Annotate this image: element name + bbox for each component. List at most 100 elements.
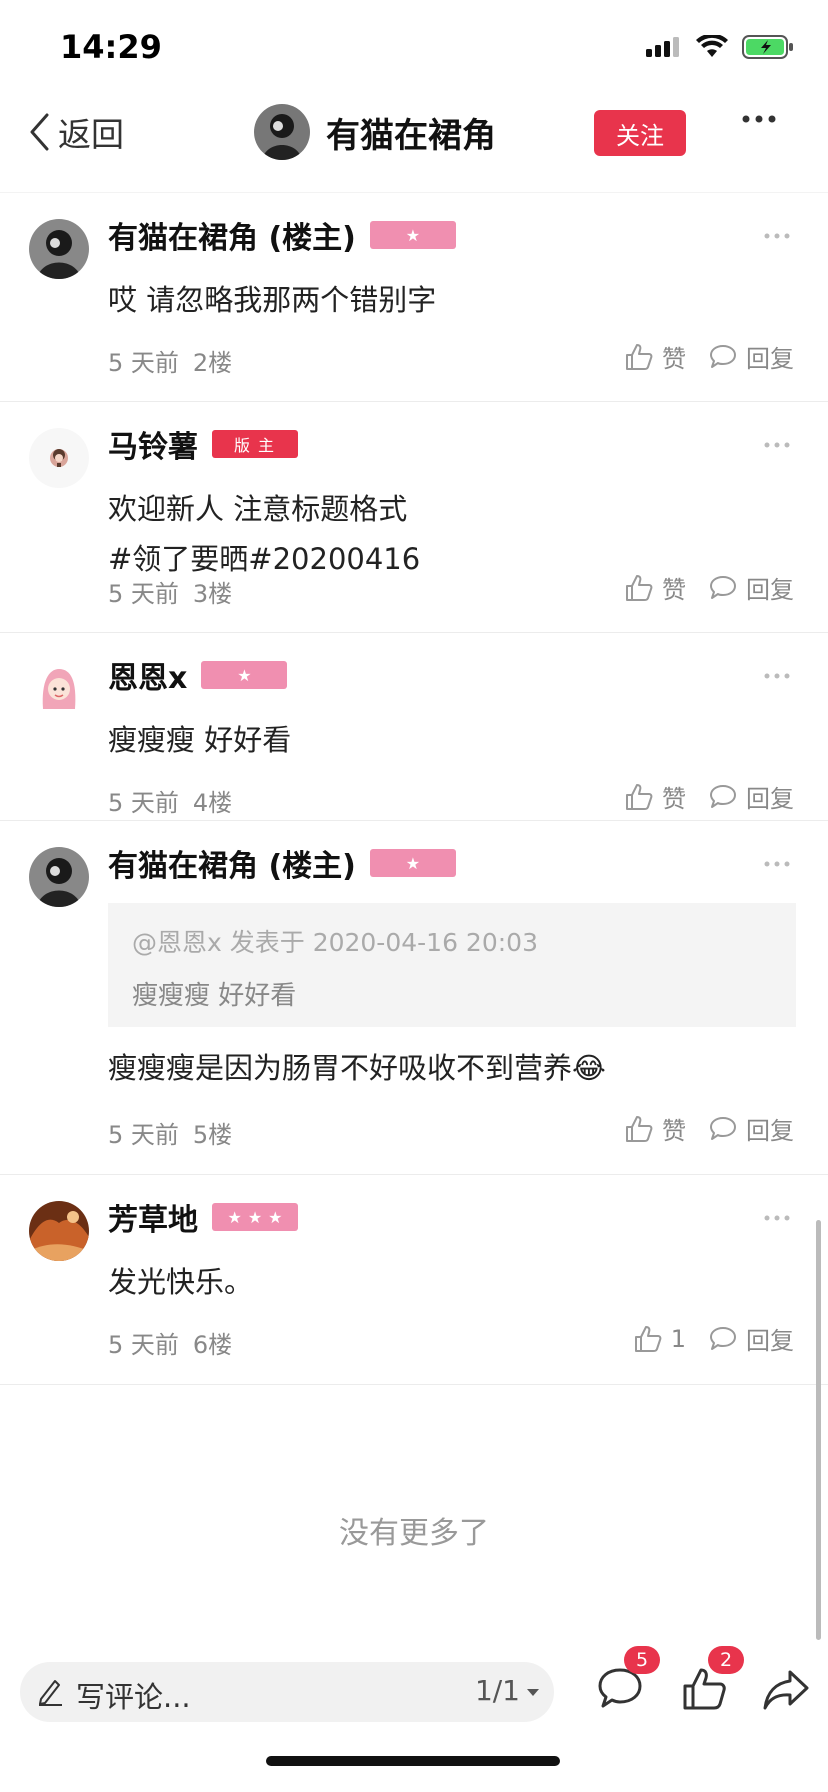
post-meta: 5 天前 6楼 (108, 1325, 232, 1360)
post-time: 5 天前 (108, 1331, 179, 1359)
level-badge: ★ (369, 221, 456, 249)
like-label: 赞 (662, 1117, 686, 1145)
username[interactable]: 芳草地 (108, 1195, 198, 1239)
post-meta: 5 天前 5楼 (108, 1115, 232, 1150)
scrollbar[interactable] (816, 1220, 821, 1640)
nav-author[interactable]: 有猫在裙角 (254, 104, 496, 160)
more-dots-icon[interactable] (764, 673, 790, 679)
chevron-down-icon[interactable] (526, 1688, 540, 1698)
reply-label: 回复 (746, 576, 794, 604)
list-item: 芳草地 ★★★ 发光快乐。 5 天前 6楼 1 回复 (0, 1175, 828, 1385)
comment-line: 瘦瘦瘦 好好看 (108, 723, 292, 757)
reply-label: 回复 (746, 785, 794, 813)
comments-button[interactable]: 5 (596, 1646, 660, 1716)
post-floor: 2楼 (192, 349, 233, 377)
comment-text: 发光快乐。 (108, 1257, 253, 1307)
post-meta: 5 天前 4楼 (108, 783, 232, 818)
comment-text: 哎 请忽略我那两个错别字 (108, 275, 436, 325)
avatar[interactable] (29, 428, 89, 488)
like-button[interactable]: 1 (633, 1324, 686, 1354)
like-button[interactable]: 赞 (624, 339, 686, 374)
reply-label: 回复 (746, 1117, 794, 1145)
list-item: 恩恩x ★ 瘦瘦瘦 好好看 5 天前 4楼 赞 回复 (0, 633, 828, 821)
more-dots-icon[interactable] (764, 442, 790, 448)
username[interactable]: 有猫在裙角 (楼主) (108, 213, 356, 257)
list-item: 有猫在裙角 (楼主) ★ @恩恩x 发表于 2020-04-16 20:03 瘦… (0, 821, 828, 1175)
reply-label: 回复 (746, 345, 794, 373)
post-time: 5 天前 (108, 349, 179, 377)
home-indicator[interactable] (266, 1756, 560, 1766)
status-time: 14:29 (60, 28, 162, 66)
like-button[interactable]: 赞 (624, 779, 686, 814)
quote-meta: @恩恩x 发表于 2020-04-16 20:03 (132, 928, 538, 957)
follow-button[interactable]: 关注 (594, 110, 686, 156)
comment-list: 有猫在裙角 (楼主) ★ 哎 请忽略我那两个错别字 5 天前 2楼 赞 回复 马… (0, 192, 828, 1385)
username[interactable]: 恩恩x (108, 653, 187, 697)
like-button[interactable]: 赞 (624, 1111, 686, 1146)
post-time: 5 天前 (108, 580, 179, 608)
like-count-badge: 2 (708, 1646, 744, 1674)
more-dots-icon[interactable] (742, 114, 776, 124)
page-indicator[interactable]: 1/1 (475, 1674, 520, 1707)
avatar[interactable] (29, 659, 89, 719)
reply-button[interactable]: 回复 (708, 779, 794, 814)
nav-bar: 返回 有猫在裙角 关注 (0, 96, 828, 192)
level-badge: ★ (201, 661, 288, 689)
like-thumb-icon (626, 343, 653, 370)
post-time: 5 天前 (108, 789, 179, 817)
like-label: 赞 (662, 345, 686, 373)
signal-icon (646, 37, 679, 57)
like-button[interactable]: 赞 (624, 570, 686, 605)
comment-bubble-icon (710, 575, 736, 599)
wifi-icon (696, 35, 728, 57)
reply-button[interactable]: 回复 (708, 339, 794, 374)
like-thumb-icon (626, 1115, 653, 1142)
quoted-comment[interactable]: @恩恩x 发表于 2020-04-16 20:03 瘦瘦瘦 好好看 (108, 903, 796, 1027)
more-dots-icon[interactable] (764, 233, 790, 239)
more-dots-icon[interactable] (764, 861, 790, 867)
quote-text: 瘦瘦瘦 好好看 (132, 981, 297, 1011)
comment-line: 哎 请忽略我那两个错别字 (108, 283, 437, 317)
reply-button[interactable]: 回复 (708, 1111, 794, 1146)
username[interactable]: 有猫在裙角 (楼主) (108, 841, 356, 885)
back-button[interactable]: 返回 (28, 108, 124, 156)
avatar[interactable] (29, 219, 89, 279)
like-thumb-icon (626, 783, 653, 810)
post-actions: 1 回复 (633, 1321, 794, 1356)
post-floor: 3楼 (192, 580, 233, 608)
status-bar: 14:29 (0, 0, 828, 96)
comment-text: 欢迎新人 注意标题格式 #领了要晒#20200416 (108, 484, 420, 584)
like-count: 1 (670, 1324, 686, 1353)
avatar[interactable] (29, 1201, 89, 1261)
comment-input[interactable]: 写评论... 1/1 (20, 1662, 554, 1722)
comment-bubble-icon (710, 1326, 736, 1350)
comment-line: 发光快乐。 (108, 1265, 254, 1299)
reply-button[interactable]: 回复 (708, 1321, 794, 1356)
like-thumb-icon (634, 1325, 662, 1352)
back-chevron-icon (30, 113, 49, 151)
bottom-bar: 写评论... 1/1 5 2 (0, 1646, 828, 1726)
reply-label: 回复 (746, 1327, 794, 1355)
comment-bubble-icon (710, 784, 736, 808)
comment-line: 瘦瘦瘦是因为肠胃不好吸收不到营养😂 (108, 1051, 606, 1085)
share-arrow-icon[interactable] (762, 1666, 810, 1712)
author-avatar (254, 104, 310, 160)
post-actions: 赞 回复 (624, 779, 794, 814)
post-actions: 赞 回复 (624, 339, 794, 374)
post-actions: 赞 回复 (624, 570, 794, 605)
post-floor: 4楼 (192, 789, 233, 817)
level-badge: ★ (369, 849, 456, 877)
no-more-text: 没有更多了 (339, 1516, 489, 1551)
like-post-button[interactable]: 2 (680, 1646, 744, 1716)
reply-button[interactable]: 回复 (708, 570, 794, 605)
username[interactable]: 马铃薯 (108, 422, 198, 466)
page-title: 有猫在裙角 (326, 115, 496, 156)
post-meta: 5 天前 3楼 (108, 574, 232, 609)
comment-line: 欢迎新人 注意标题格式 (108, 492, 408, 526)
more-dots-icon[interactable] (764, 1215, 790, 1221)
moderator-badge: 版主 (212, 430, 298, 458)
like-label: 赞 (662, 785, 686, 813)
back-label: 返回 (58, 115, 124, 154)
avatar[interactable] (29, 847, 89, 907)
pen-icon (39, 1680, 62, 1706)
